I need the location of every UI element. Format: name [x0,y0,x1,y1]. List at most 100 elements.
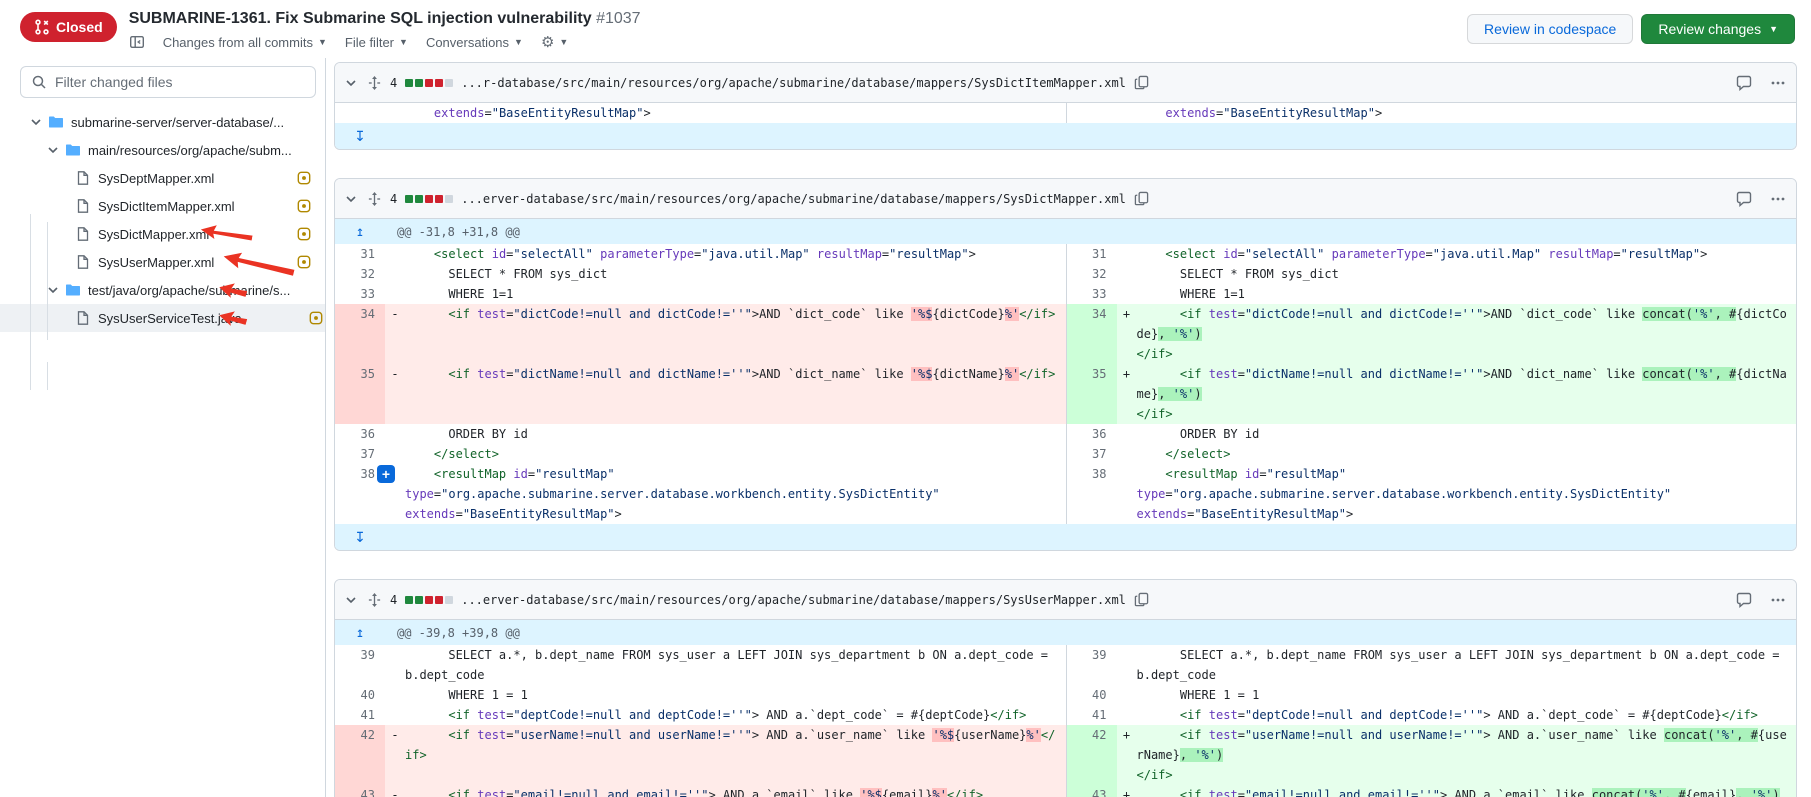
tree-file-sysdeptmapper-xml[interactable]: SysDeptMapper.xml [20,164,313,192]
expand-up-button[interactable]: ↥ [335,620,385,645]
line-number[interactable]: 33 [335,284,385,304]
line-number[interactable]: 34 [1067,304,1117,344]
code-line: WHERE 1=1 [405,284,1066,304]
drag-handle-icon[interactable] [367,191,382,207]
code-line: type="org.apache.submarine.server.databa… [405,484,1066,504]
code-line: <if test="dictCode!=null and dictCode!='… [405,304,1066,344]
add-comment-button[interactable]: + [377,465,395,483]
line-number[interactable]: 41 [335,705,385,725]
comment-icon[interactable] [1736,75,1752,91]
conversations-dropdown[interactable]: Conversations▼ [426,35,523,50]
changed-lines-count: 4 [390,192,397,206]
review-in-codespace-button[interactable]: Review in codespace [1467,14,1633,44]
line-number[interactable] [1067,404,1117,424]
line-number[interactable] [1067,484,1117,504]
expand-up-button[interactable]: ↥ [335,219,385,244]
collapse-sidebar-icon[interactable] [129,34,145,50]
line-number[interactable] [1067,765,1117,785]
copy-path-icon[interactable] [1134,75,1149,90]
diff-panels-area: 4...r-database/src/main/resources/org/ap… [326,58,1811,797]
code-line [405,344,1066,364]
comment-icon[interactable] [1736,191,1752,207]
diff-marker: + [1117,725,1137,765]
tree-file-sysusermapper-xml[interactable]: SysUserMapper.xml [20,248,313,276]
kebab-menu-icon[interactable] [1770,592,1786,608]
diff-marker [1117,464,1137,484]
line-number[interactable]: 43 [1067,785,1117,797]
diff-marker [1117,645,1137,685]
drag-handle-icon[interactable] [367,592,382,608]
folder-icon [48,114,64,130]
line-number[interactable]: 40 [1067,685,1117,705]
line-number[interactable]: 39 [335,645,385,685]
line-number[interactable]: 41 [1067,705,1117,725]
diff-marker [385,284,405,304]
line-number[interactable]: 31 [1067,244,1117,264]
line-number[interactable]: 31 [335,244,385,264]
file-header: 4...erver-database/src/main/resources/or… [335,580,1796,620]
line-number[interactable]: 32 [1067,264,1117,284]
line-number[interactable]: 38 [1067,464,1117,484]
review-changes-button[interactable]: Review changes▼ [1641,14,1795,44]
diff-marker [1117,404,1137,424]
collapse-file-chevron-icon[interactable] [343,191,359,207]
diff-marker [385,705,405,725]
diff-marker: - [385,364,405,404]
diff-row: 39 SELECT a.*, b.dept_name FROM sys_user… [335,645,1796,685]
line-number[interactable]: 42 [335,725,385,765]
line-number[interactable]: 32 [335,264,385,284]
kebab-menu-icon[interactable] [1770,191,1786,207]
line-number[interactable] [1067,344,1117,364]
kebab-menu-icon[interactable] [1770,75,1786,91]
tree-folder-main-resources-org-apache-subm-[interactable]: main/resources/org/apache/subm... [20,136,313,164]
file-header: 4...erver-database/src/main/resources/or… [335,179,1796,219]
diff-row: 35- <if test="dictName!=null and dictNam… [335,364,1796,404]
line-number[interactable]: 39 [1067,645,1117,685]
copy-path-icon[interactable] [1134,592,1149,607]
comment-icon[interactable] [1736,592,1752,608]
line-number[interactable] [335,504,385,524]
code-line: <if test="dictName!=null and dictName!='… [1137,364,1797,404]
line-number[interactable]: 42 [1067,725,1117,765]
tree-file-sysuserservicetest-java[interactable]: SysUserServiceTest.java [0,304,325,332]
line-number[interactable] [335,765,385,785]
line-number[interactable]: 36 [1067,424,1117,444]
line-number[interactable] [335,404,385,424]
tree-folder-test-java-org-apache-submarine-s-[interactable]: test/java/org/apache/submarine/s... [20,276,313,304]
drag-handle-icon[interactable] [367,75,382,91]
diff-stat-squares [405,195,453,203]
collapse-file-chevron-icon[interactable] [343,75,359,91]
line-number[interactable]: 33 [1067,284,1117,304]
line-number[interactable] [335,484,385,504]
line-number[interactable] [335,344,385,364]
collapse-file-chevron-icon[interactable] [343,592,359,608]
diff-settings-dropdown[interactable]: ⚙▼ [541,33,568,51]
line-number[interactable]: 36 [335,424,385,444]
hunk-header: ↥@@ -31,8 +31,8 @@ [335,219,1796,244]
code-line: WHERE 1=1 [1137,284,1797,304]
line-number[interactable] [335,103,385,123]
expand-down-button[interactable]: ↧ [335,123,385,149]
line-number[interactable]: 37 [335,444,385,464]
file-filter-dropdown[interactable]: File filter▼ [345,35,408,50]
tree-file-sysdictitemmapper-xml[interactable]: SysDictItemMapper.xml [20,192,313,220]
changes-from-dropdown[interactable]: Changes from all commits▼ [163,35,327,50]
diff-row: 40 WHERE 1 = 140 WHERE 1 = 1 [335,685,1796,705]
line-number[interactable]: 37 [1067,444,1117,464]
line-number[interactable] [1067,103,1117,123]
line-number[interactable]: 35 [1067,364,1117,404]
expand-down-button[interactable]: ↧ [335,524,385,550]
tree-folder-submarine-server-server-database-[interactable]: submarine-server/server-database/... [20,108,313,136]
copy-path-icon[interactable] [1134,191,1149,206]
line-number[interactable]: 35 [335,364,385,404]
filter-changed-files-input[interactable] [55,74,305,90]
line-number[interactable]: 43 [335,785,385,797]
diff-marker [385,685,405,705]
line-number[interactable]: 40 [335,685,385,705]
diff-stat-squares [405,596,453,604]
diff-marker [1117,244,1137,264]
diff-marker [1117,103,1137,123]
line-number[interactable]: 34 [335,304,385,344]
tree-file-sysdictmapper-xml[interactable]: SysDictMapper.xml [20,220,313,248]
line-number[interactable] [1067,504,1117,524]
